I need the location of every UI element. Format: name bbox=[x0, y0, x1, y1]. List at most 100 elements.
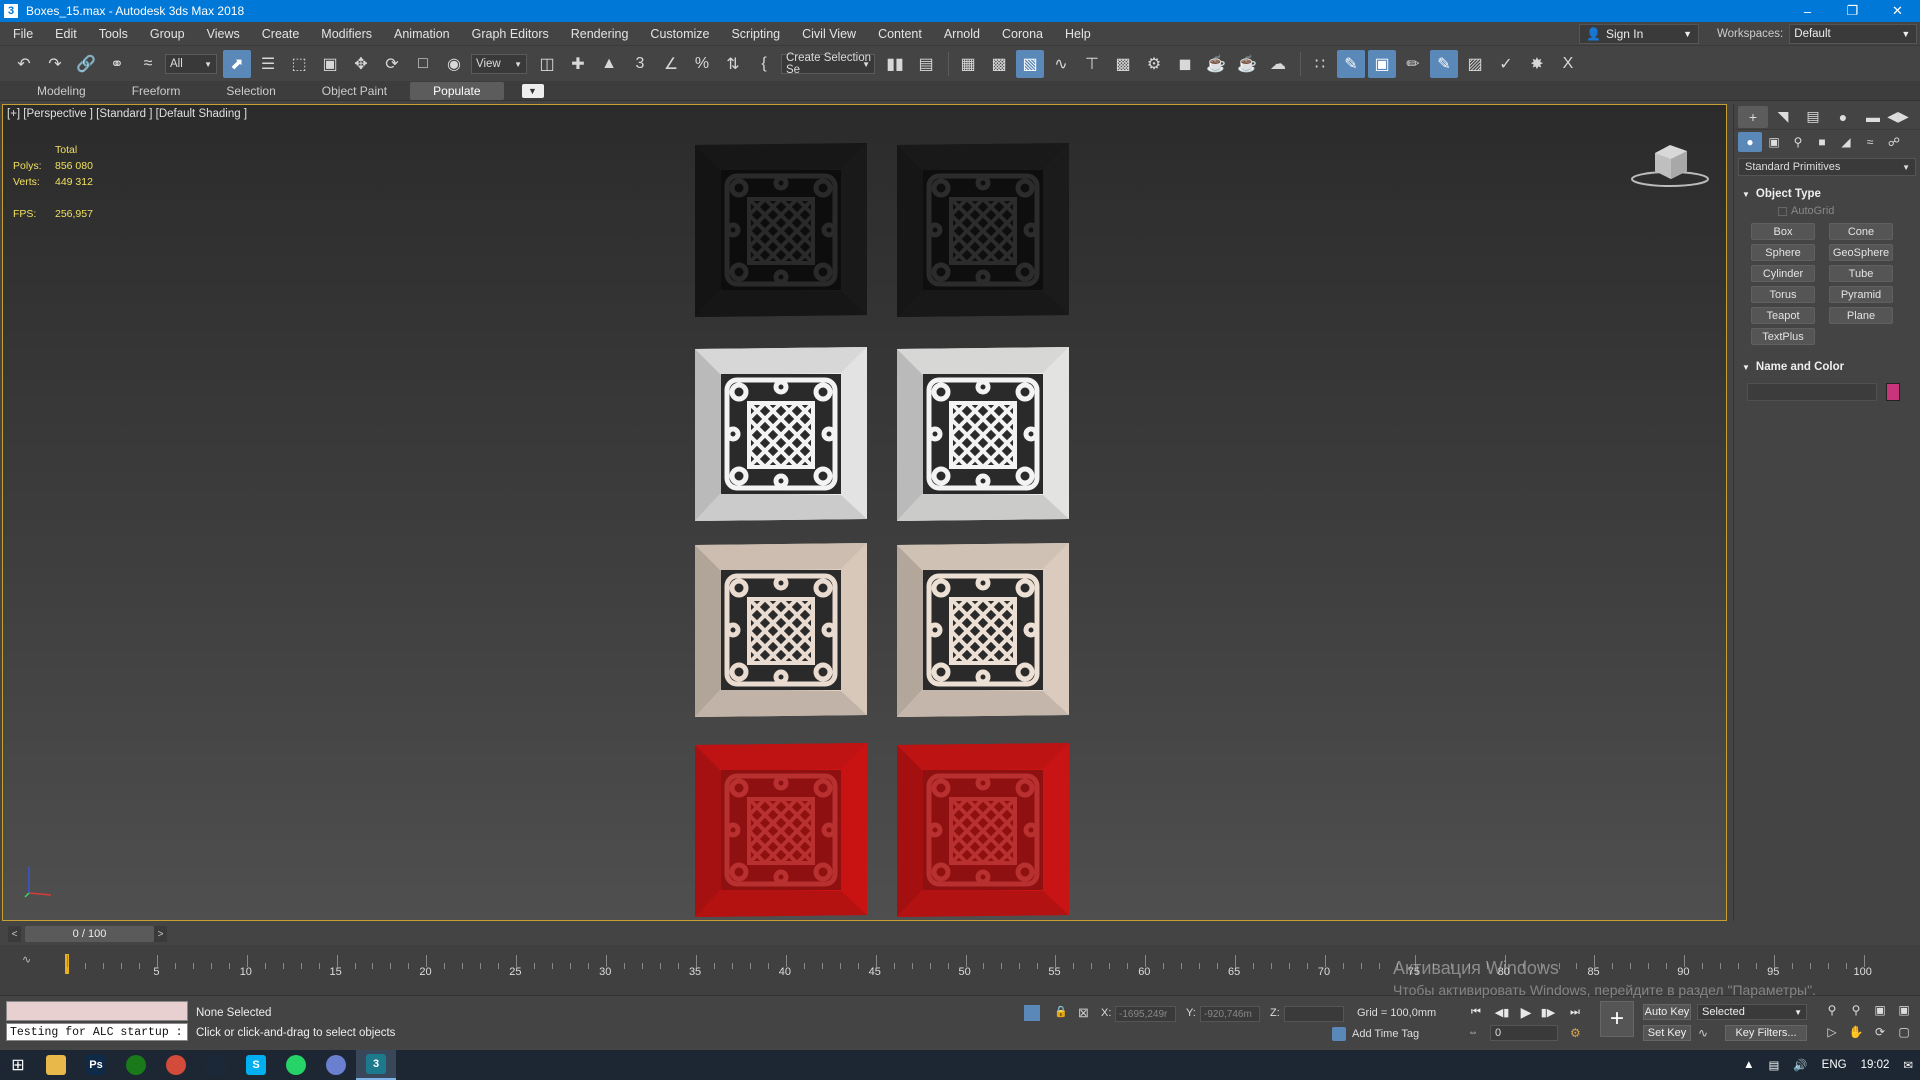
grille-box-3[interactable] bbox=[691, 345, 871, 521]
tube-button[interactable]: Tube bbox=[1829, 265, 1893, 282]
notifications-icon[interactable]: ✉ bbox=[1903, 1058, 1913, 1072]
render-production-icon[interactable]: ☕ bbox=[1202, 50, 1230, 78]
scene-explorer-icon[interactable]: ▦ bbox=[954, 50, 982, 78]
default-tangent-icon[interactable]: ∿ bbox=[1698, 1026, 1708, 1040]
select-by-name-icon[interactable]: ☰ bbox=[254, 50, 282, 78]
object-name-input[interactable] bbox=[1747, 383, 1877, 401]
render-iterative-icon[interactable]: ☕ bbox=[1233, 50, 1261, 78]
corona-tool-g-icon[interactable]: ✸ bbox=[1523, 50, 1551, 78]
zoom-extents-icon[interactable]: ▣ bbox=[1868, 1002, 1892, 1018]
mirror-icon[interactable]: ▮▮ bbox=[881, 50, 909, 78]
systems-icon[interactable]: ☍ bbox=[1882, 132, 1906, 152]
pivot-center-icon[interactable]: ◫ bbox=[533, 50, 561, 78]
windows-start-icon[interactable]: ⊞ bbox=[0, 1050, 36, 1080]
scale-icon[interactable]: □ bbox=[409, 50, 437, 78]
angle-snap-icon[interactable]: ∠ bbox=[657, 50, 685, 78]
menu-customize[interactable]: Customize bbox=[639, 22, 720, 46]
selection-lock-icon[interactable]: 🔒 bbox=[1054, 1005, 1068, 1018]
ribbon-toggle-icon[interactable]: ▧ bbox=[1016, 50, 1044, 78]
taskbar-photoshop-icon[interactable]: Ps bbox=[76, 1050, 116, 1080]
zoom-icon[interactable]: ⚲ bbox=[1820, 1002, 1844, 1018]
previous-frame-icon[interactable]: ◀▮ bbox=[1492, 1004, 1512, 1020]
sphere-button[interactable]: Sphere bbox=[1751, 244, 1815, 261]
bind-spacewarp-icon[interactable]: ≈ bbox=[134, 50, 162, 78]
textplus-button[interactable]: TextPlus bbox=[1751, 328, 1815, 345]
y-coordinate-field[interactable]: -920,746m bbox=[1200, 1006, 1260, 1022]
redo-icon[interactable]: ↷ bbox=[41, 50, 69, 78]
pan-view-icon[interactable]: ✋ bbox=[1844, 1024, 1868, 1040]
menu-edit[interactable]: Edit bbox=[44, 22, 88, 46]
grille-box-1[interactable] bbox=[691, 141, 871, 317]
corona-tool-c-icon[interactable]: ✏ bbox=[1399, 50, 1427, 78]
helpers-icon[interactable]: ◢ bbox=[1834, 132, 1858, 152]
orbit-icon[interactable]: ⟳ bbox=[1868, 1024, 1892, 1040]
taskbar-whatsapp-icon[interactable] bbox=[276, 1050, 316, 1080]
menu-group[interactable]: Group bbox=[139, 22, 196, 46]
grille-box-5[interactable] bbox=[691, 541, 871, 717]
taskbar-xbox-app-icon[interactable] bbox=[116, 1050, 156, 1080]
object-type-rollout[interactable]: ▼ Object Type bbox=[1738, 186, 1916, 202]
menu-corona[interactable]: Corona bbox=[991, 22, 1054, 46]
key-filters-button[interactable]: Key Filters... bbox=[1725, 1025, 1807, 1041]
minimize-icon[interactable]: – bbox=[1785, 0, 1830, 22]
go-to-end-icon[interactable]: ⏭ bbox=[1565, 1004, 1585, 1020]
taskbar-file-explorer-icon[interactable] bbox=[36, 1050, 76, 1080]
corona-tool-h-icon[interactable]: X bbox=[1554, 50, 1582, 78]
menu-tools[interactable]: Tools bbox=[88, 22, 139, 46]
menu-views[interactable]: Views bbox=[196, 22, 251, 46]
selection-filter-dropdown[interactable]: All ▼ bbox=[165, 54, 217, 74]
teapot-button[interactable]: Teapot bbox=[1751, 307, 1815, 324]
menu-modifiers[interactable]: Modifiers bbox=[310, 22, 383, 46]
box-button[interactable]: Box bbox=[1751, 223, 1815, 240]
maximize-viewport-icon[interactable]: ▢ bbox=[1892, 1024, 1916, 1040]
grille-box-8[interactable] bbox=[893, 741, 1073, 917]
reference-coord-dropdown[interactable]: View ▼ bbox=[471, 54, 527, 74]
ribbon-options-icon[interactable]: ▼ bbox=[521, 83, 544, 98]
taskbar-3dsmax-icon[interactable]: 3 bbox=[356, 1050, 396, 1080]
menu-help[interactable]: Help bbox=[1054, 22, 1102, 46]
shapes-icon[interactable]: ▣ bbox=[1762, 132, 1786, 152]
corona-tool-d-icon[interactable]: ✎ bbox=[1430, 50, 1458, 78]
object-category-dropdown[interactable]: Standard Primitives ▼ bbox=[1738, 158, 1916, 176]
grille-box-4[interactable] bbox=[893, 345, 1073, 521]
corona-tool-b-icon[interactable]: ▣ bbox=[1368, 50, 1396, 78]
corona-tool-f-icon[interactable]: ✓ bbox=[1492, 50, 1520, 78]
menu-scripting[interactable]: Scripting bbox=[720, 22, 791, 46]
go-to-start-icon[interactable]: ⏮ bbox=[1466, 1004, 1486, 1020]
isolate-selection-icon[interactable] bbox=[1024, 1005, 1040, 1021]
z-coordinate-field[interactable] bbox=[1284, 1006, 1344, 1022]
menu-rendering[interactable]: Rendering bbox=[560, 22, 640, 46]
corona-tool-a-icon[interactable]: ✎ bbox=[1337, 50, 1365, 78]
set-key-button[interactable]: Set Key bbox=[1643, 1025, 1691, 1041]
named-selection-dropdown[interactable]: Create Selection Se ▼ bbox=[781, 52, 875, 76]
menu-content[interactable]: Content bbox=[867, 22, 933, 46]
tab-populate[interactable]: Populate bbox=[410, 81, 504, 100]
select-manipulate-icon[interactable]: ✚ bbox=[564, 50, 592, 78]
window-crossing-icon[interactable]: ▣ bbox=[316, 50, 344, 78]
rotate-icon[interactable]: ⟳ bbox=[378, 50, 406, 78]
geometry-icon[interactable]: ● bbox=[1738, 132, 1762, 152]
align-icon[interactable]: ▤ bbox=[912, 50, 940, 78]
time-configuration-icon[interactable]: ⚙ bbox=[1570, 1026, 1581, 1040]
grille-box-6[interactable] bbox=[893, 541, 1073, 717]
tab-modeling[interactable]: Modeling bbox=[14, 82, 109, 100]
clock[interactable]: 19:02 bbox=[1861, 1059, 1890, 1071]
volume-icon[interactable]: 🔊 bbox=[1793, 1058, 1807, 1072]
modify-tab-icon[interactable]: ◥ bbox=[1768, 106, 1798, 128]
curve-editor-icon[interactable]: ∿ bbox=[1047, 50, 1075, 78]
add-time-tag[interactable]: Add Time Tag bbox=[1332, 1027, 1419, 1041]
material-editor-icon[interactable]: ▩ bbox=[1109, 50, 1137, 78]
restore-icon[interactable]: ❐ bbox=[1830, 0, 1875, 22]
grille-box-7[interactable] bbox=[691, 741, 871, 917]
object-color-swatch[interactable] bbox=[1886, 383, 1900, 401]
taskbar-skype-icon[interactable]: S bbox=[236, 1050, 276, 1080]
create-tab-icon[interactable]: + bbox=[1738, 105, 1768, 128]
absolute-mode-icon[interactable]: ⊠ bbox=[1078, 1005, 1089, 1021]
geosphere-button[interactable]: GeoSphere bbox=[1829, 244, 1893, 261]
autogrid-checkbox[interactable]: AutoGrid bbox=[1778, 205, 1920, 217]
workspaces-dropdown[interactable]: Default ▼ bbox=[1789, 24, 1918, 44]
time-slider-prev[interactable]: < bbox=[8, 926, 21, 942]
torus-button[interactable]: Torus bbox=[1751, 286, 1815, 303]
schematic-view-icon[interactable]: ⊤ bbox=[1078, 50, 1106, 78]
snap-toggle-icon[interactable]: 3 bbox=[626, 50, 654, 78]
